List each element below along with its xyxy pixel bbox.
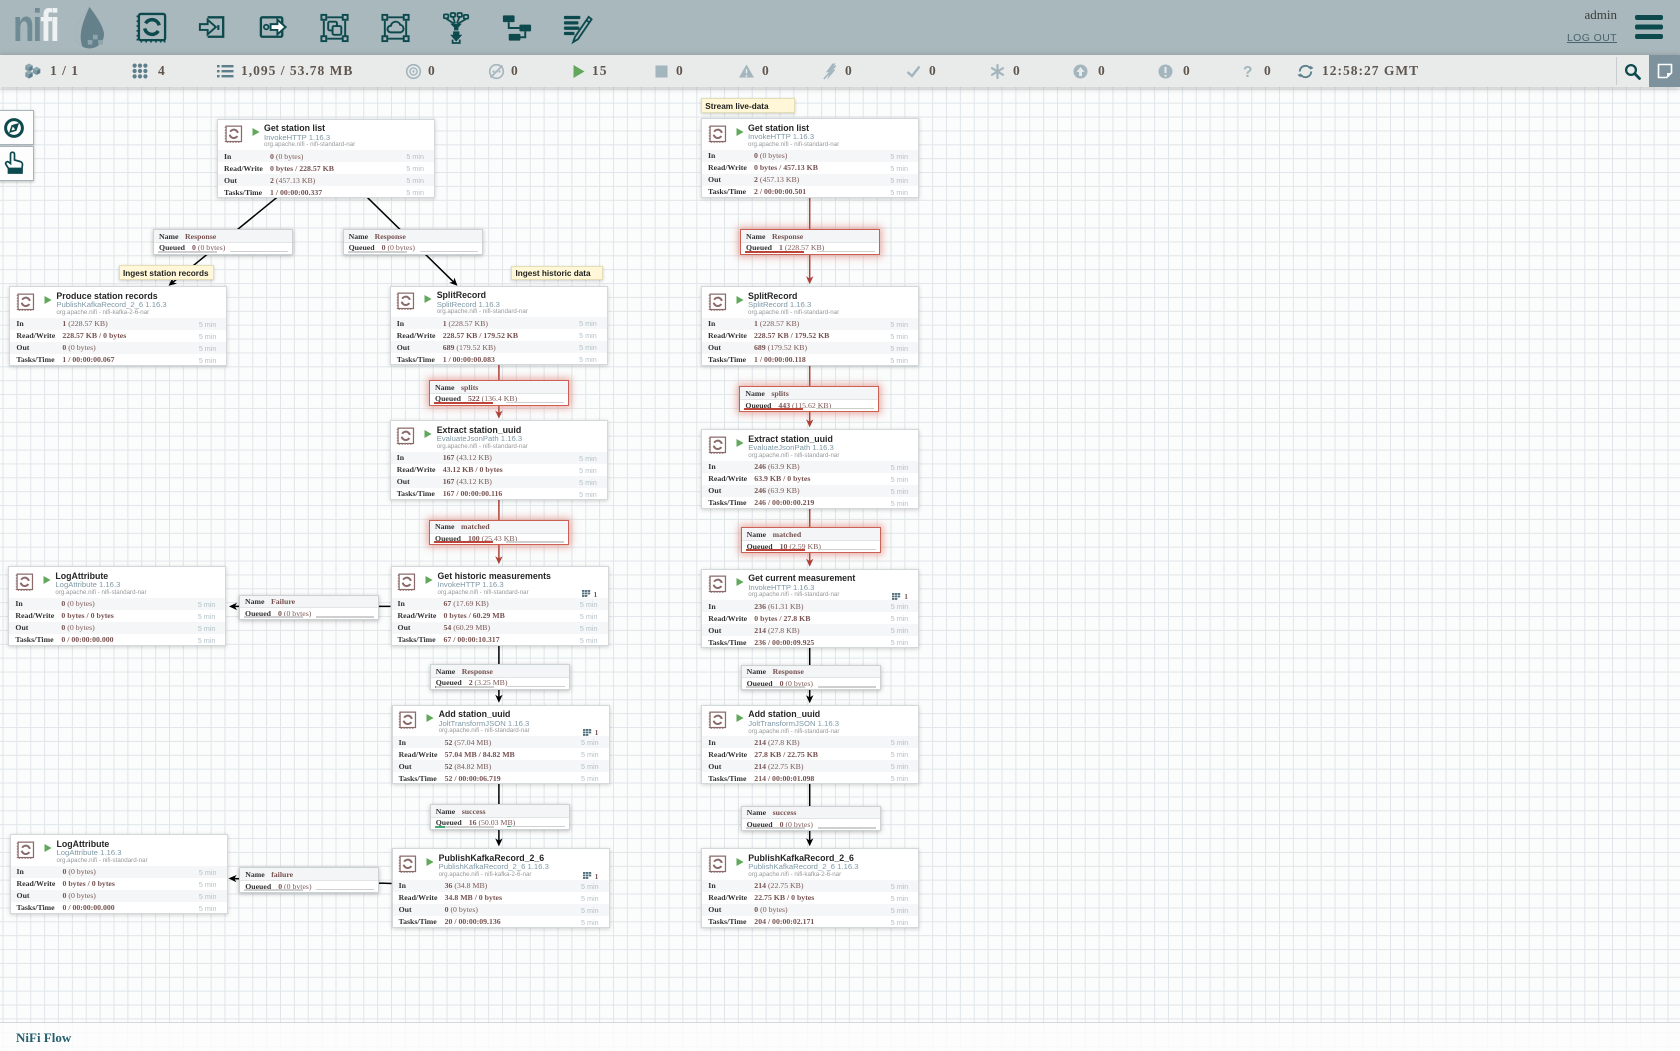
svg-text:?: ?	[1243, 64, 1252, 80]
